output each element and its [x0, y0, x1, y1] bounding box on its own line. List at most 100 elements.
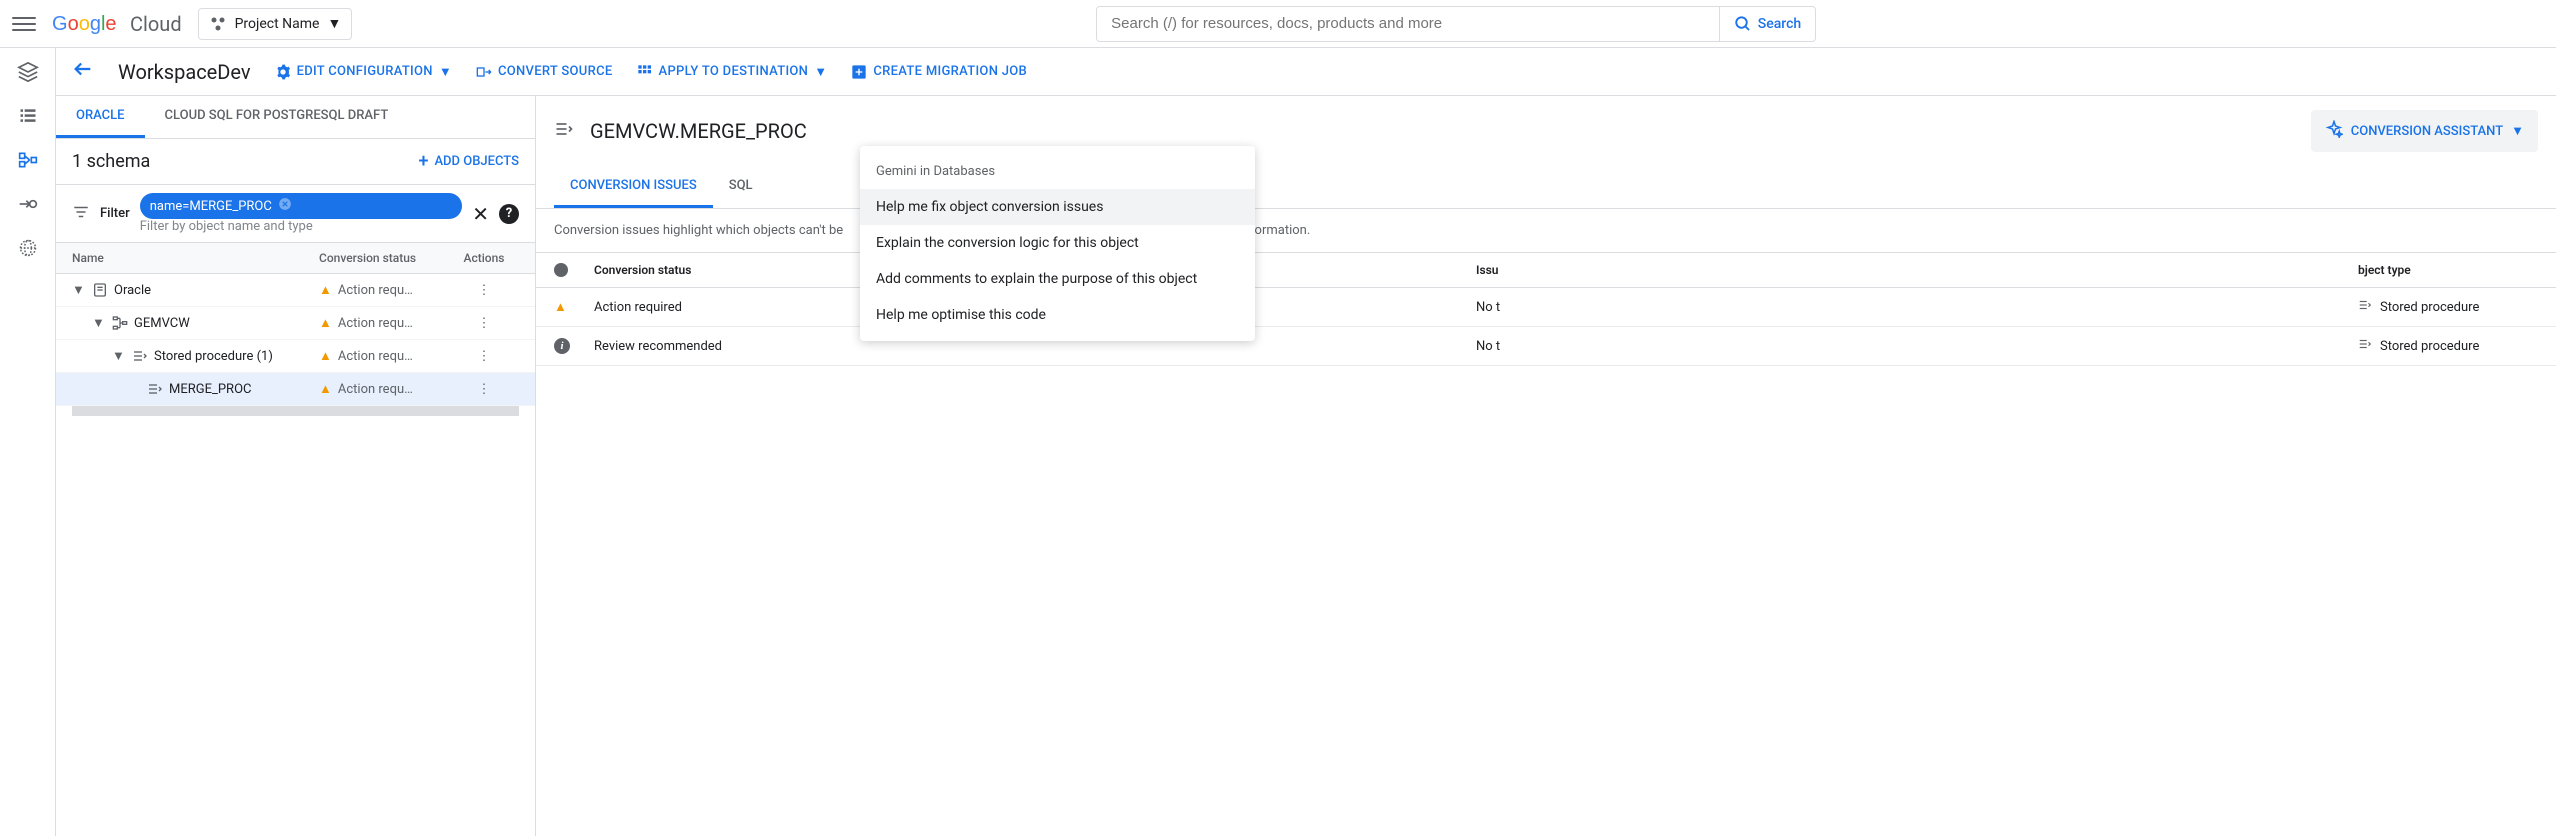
- status-dot-icon: [554, 263, 568, 277]
- nav-workspace-icon[interactable]: [16, 148, 40, 172]
- detail-title: GEMVCW.MERGE_PROC: [590, 119, 2295, 143]
- chevron-down-icon[interactable]: ▼: [72, 282, 86, 298]
- filter-icon: [72, 203, 90, 225]
- sparkle-icon: [2325, 120, 2343, 142]
- stored-procedure-icon: [132, 348, 148, 364]
- nav-list-icon[interactable]: [16, 104, 40, 128]
- warning-icon: ▲: [319, 348, 332, 364]
- split-view: ORACLE CLOUD SQL FOR POSTGRESQL DRAFT 1 …: [56, 96, 2556, 836]
- issue-row[interactable]: ▲ Action required No t Stored procedure: [536, 288, 2556, 327]
- filter-placeholder: Filter by object name and type: [140, 219, 463, 234]
- plus-icon: +: [418, 151, 428, 172]
- warning-icon: ▲: [319, 381, 332, 397]
- dropdown-item-optimise[interactable]: Help me optimise this code: [860, 297, 1255, 333]
- warning-icon: ▲: [319, 282, 332, 298]
- col-name: Name: [72, 251, 319, 265]
- svg-text:Google: Google: [52, 13, 117, 35]
- schema-count: 1 schema: [72, 151, 150, 172]
- content-area: WorkspaceDev EDIT CONFIGURATION ▼ CONVER…: [56, 48, 2556, 836]
- dropdown-item-explain-logic[interactable]: Explain the conversion logic for this ob…: [860, 225, 1255, 261]
- database-icon: [92, 282, 108, 298]
- tree-row-merge-proc[interactable]: MERGE_PROC ▲ Action requ… ⋮: [56, 373, 535, 406]
- gear-icon: [275, 64, 291, 80]
- source-tabs: ORACLE CLOUD SQL FOR POSTGRESQL DRAFT: [56, 96, 535, 139]
- row-actions-icon[interactable]: ⋮: [449, 283, 519, 298]
- col-status: Conversion status: [319, 251, 449, 265]
- tab-cloudsql[interactable]: CLOUD SQL FOR POSTGRESQL DRAFT: [145, 96, 409, 138]
- plus-box-icon: [851, 64, 867, 80]
- detail-header: GEMVCW.MERGE_PROC CONVERSION ASSISTANT ▼: [536, 96, 2556, 166]
- tab-sql[interactable]: SQL: [713, 166, 769, 208]
- tab-oracle[interactable]: ORACLE: [56, 96, 145, 138]
- nav-layers-icon[interactable]: [16, 60, 40, 84]
- apply-destination-button[interactable]: APPLY TO DESTINATION ▼: [637, 64, 828, 80]
- col-actions: Actions: [449, 251, 519, 265]
- dropdown-item-add-comments[interactable]: Add comments to explain the purpose of t…: [860, 261, 1255, 297]
- workspace-header: WorkspaceDev EDIT CONFIGURATION ▼ CONVER…: [56, 48, 2556, 96]
- issue-row[interactable]: i Review recommended No t Stored procedu…: [536, 327, 2556, 366]
- warning-icon: ▲: [554, 299, 594, 315]
- row-actions-icon[interactable]: ⋮: [449, 349, 519, 364]
- vertical-nav: [0, 48, 56, 836]
- convert-source-button[interactable]: CONVERT SOURCE: [476, 64, 613, 80]
- search-box: Search: [1096, 6, 1816, 42]
- detail-tabs: CONVERSION ISSUES SQL: [536, 166, 2556, 209]
- stored-procedure-icon: [554, 119, 574, 143]
- chevron-down-icon: ▼: [439, 64, 452, 80]
- project-selector[interactable]: Project Name ▼: [198, 8, 353, 40]
- hamburger-menu-icon[interactable]: [12, 12, 36, 36]
- add-objects-button[interactable]: + ADD OBJECTS: [418, 151, 519, 172]
- stored-procedure-icon: [2358, 337, 2372, 355]
- tree-header: Name Conversion status Actions: [56, 243, 535, 274]
- tab-conversion-issues[interactable]: CONVERSION ISSUES: [554, 166, 713, 208]
- filter-label: Filter: [100, 206, 130, 221]
- stored-procedure-icon: [147, 381, 163, 397]
- schema-icon: [112, 315, 128, 331]
- search-icon: [1734, 15, 1752, 33]
- stored-procedure-icon: [2358, 298, 2372, 316]
- filter-row: Filter name=MERGE_PROC Filter by object …: [56, 185, 535, 243]
- help-icon[interactable]: ?: [499, 204, 519, 224]
- schema-bar: 1 schema + ADD OBJECTS: [56, 139, 535, 185]
- issues-table-header: Conversion status Issu bject type: [536, 252, 2556, 288]
- filter-chip-close-icon[interactable]: [278, 197, 292, 215]
- col-issue: Issu: [1476, 263, 2358, 277]
- chevron-down-icon: ▼: [814, 64, 827, 80]
- tree-row-oracle[interactable]: ▼ Oracle ▲ Action requ… ⋮: [56, 274, 535, 307]
- edit-configuration-button[interactable]: EDIT CONFIGURATION ▼: [275, 64, 452, 80]
- close-filter-icon[interactable]: ✕: [472, 202, 489, 226]
- warning-icon: ▲: [319, 315, 332, 331]
- tree-row-gemvcw[interactable]: ▼ GEMVCW ▲ Action requ… ⋮: [56, 307, 535, 340]
- col-object-type: bject type: [2358, 263, 2411, 277]
- create-migration-button[interactable]: CREATE MIGRATION JOB: [851, 64, 1027, 80]
- row-actions-icon[interactable]: ⋮: [449, 316, 519, 331]
- google-cloud-logo[interactable]: Google Cloud: [52, 12, 182, 36]
- tree-row-stored-procedure-folder[interactable]: ▼ Stored procedure (1) ▲ Action requ… ⋮: [56, 340, 535, 373]
- dropdown-item-fix-issues[interactable]: Help me fix object conversion issues: [860, 189, 1255, 225]
- chevron-down-icon[interactable]: ▼: [92, 315, 106, 331]
- main-container: WorkspaceDev EDIT CONFIGURATION ▼ CONVER…: [0, 48, 2556, 836]
- chevron-down-icon[interactable]: ▼: [112, 348, 126, 364]
- conversion-assistant-button[interactable]: CONVERSION ASSISTANT ▼: [2311, 110, 2538, 152]
- search-button[interactable]: Search: [1719, 7, 1815, 41]
- chevron-down-icon: ▼: [2511, 123, 2524, 139]
- nav-globe-icon[interactable]: [16, 236, 40, 260]
- detail-description: Conversion issues highlight which object…: [536, 209, 2556, 252]
- workspace-title: WorkspaceDev: [118, 60, 251, 84]
- dropdown-section-header: Gemini in Databases: [860, 154, 1255, 189]
- convert-icon: [476, 64, 492, 80]
- cloud-label: Cloud: [130, 12, 182, 36]
- right-panel: GEMVCW.MERGE_PROC CONVERSION ASSISTANT ▼…: [536, 96, 2556, 836]
- grid-icon: [637, 64, 653, 80]
- conversion-assistant-dropdown: Gemini in Databases Help me fix object c…: [860, 146, 1255, 341]
- info-icon: i: [554, 338, 570, 354]
- filter-chip: name=MERGE_PROC: [140, 193, 463, 219]
- nav-connect-icon[interactable]: [16, 192, 40, 216]
- chevron-down-icon: ▼: [327, 15, 341, 32]
- back-arrow-icon[interactable]: [72, 58, 94, 85]
- search-container: Search: [368, 6, 2544, 42]
- filter-input-area[interactable]: name=MERGE_PROC Filter by object name an…: [140, 193, 463, 234]
- horizontal-scrollbar[interactable]: [72, 406, 519, 416]
- search-input[interactable]: [1097, 7, 1719, 40]
- row-actions-icon[interactable]: ⋮: [449, 382, 519, 397]
